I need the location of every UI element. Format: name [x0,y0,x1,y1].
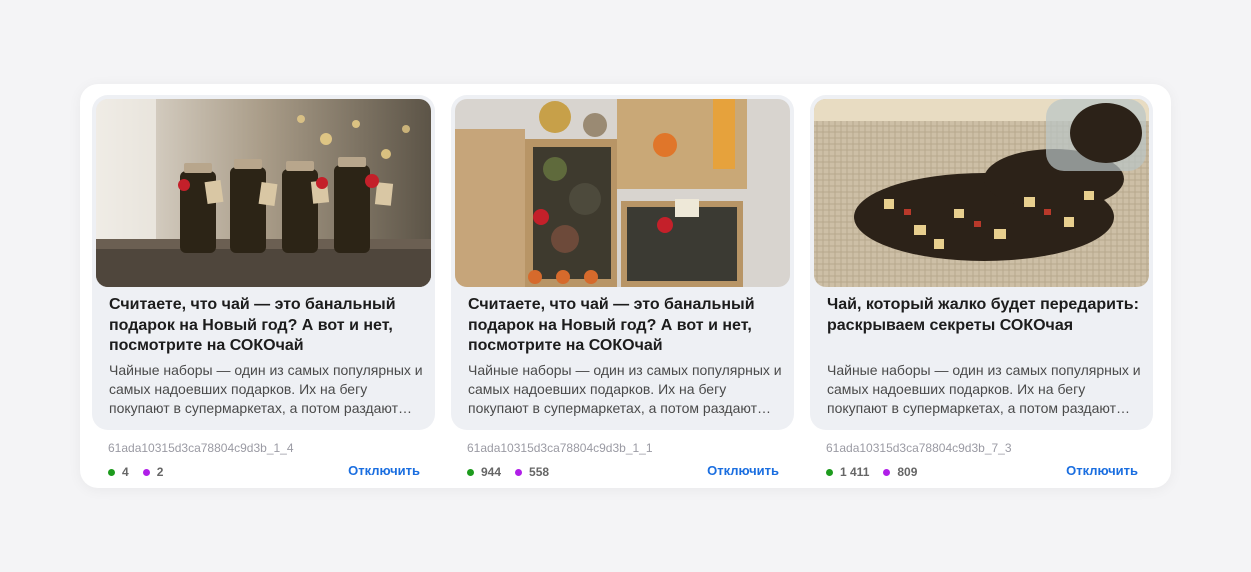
teaser-id: 61ada10315d3ca78804c9d3b_7_3 [826,441,1012,455]
disable-link[interactable]: Отключить [348,463,420,478]
green-stat: 944 [467,465,501,479]
teaser-card[interactable]: Чай, который жалко будет передарить: рас… [810,95,1153,430]
purple-count: 558 [529,465,550,479]
teaser-id: 61ada10315d3ca78804c9d3b_1_1 [467,441,653,455]
teaser-column: Считаете, что чай — это банальный подаро… [451,95,794,479]
teaser-title: Считаете, что чай — это банальный подаро… [109,296,396,354]
green-count: 1 411 [840,465,870,479]
purple-dot-icon [515,468,523,476]
green-dot-icon [467,468,474,476]
purple-dot-icon [142,468,150,476]
teaser-id: 61ada10315d3ca78804c9d3b_1_4 [108,441,294,455]
purple-stat: 558 [515,465,549,479]
green-dot-icon [108,468,115,476]
teaser-description: Чайные наборы — один из самых популярных… [468,362,782,416]
teaser-title: Чай, который жалко будет передарить: рас… [827,296,1139,334]
teaser-cards-panel: Считаете, что чай — это банальный подаро… [80,84,1171,488]
teaser-stats: 1 411 809 [826,464,931,480]
green-stat: 4 [108,465,129,479]
teaser-title: Считаете, что чай — это банальный подаро… [468,296,755,354]
teaser-card[interactable]: Считаете, что чай — это банальный подаро… [451,95,794,430]
teaser-description: Чайные наборы — один из самых популярных… [827,362,1141,416]
teaser-column: Считаете, что чай — это банальный подаро… [92,95,435,479]
green-stat: 1 411 [826,465,869,479]
teaser-image-loose-tea [814,99,1149,287]
purple-stat: 2 [142,465,164,479]
teaser-stats: 4 2 [108,464,177,480]
purple-dot-icon [883,468,891,476]
green-count: 4 [122,465,129,479]
green-count: 944 [481,465,502,479]
teaser-card[interactable]: Считаете, что чай — это банальный подаро… [92,95,435,430]
teaser-image-tea-jars [96,99,431,287]
teaser-description: Чайные наборы — один из самых популярных… [109,362,423,416]
teaser-column: Чай, который жалко будет передарить: рас… [810,95,1153,479]
teaser-image-gift-boxes [455,99,790,287]
teaser-stats: 944 558 [467,464,563,480]
disable-link[interactable]: Отключить [1066,463,1138,478]
purple-stat: 809 [883,465,917,479]
disable-link[interactable]: Отключить [707,463,779,478]
purple-count: 2 [156,465,164,479]
green-dot-icon [826,468,833,476]
purple-count: 809 [897,465,918,479]
